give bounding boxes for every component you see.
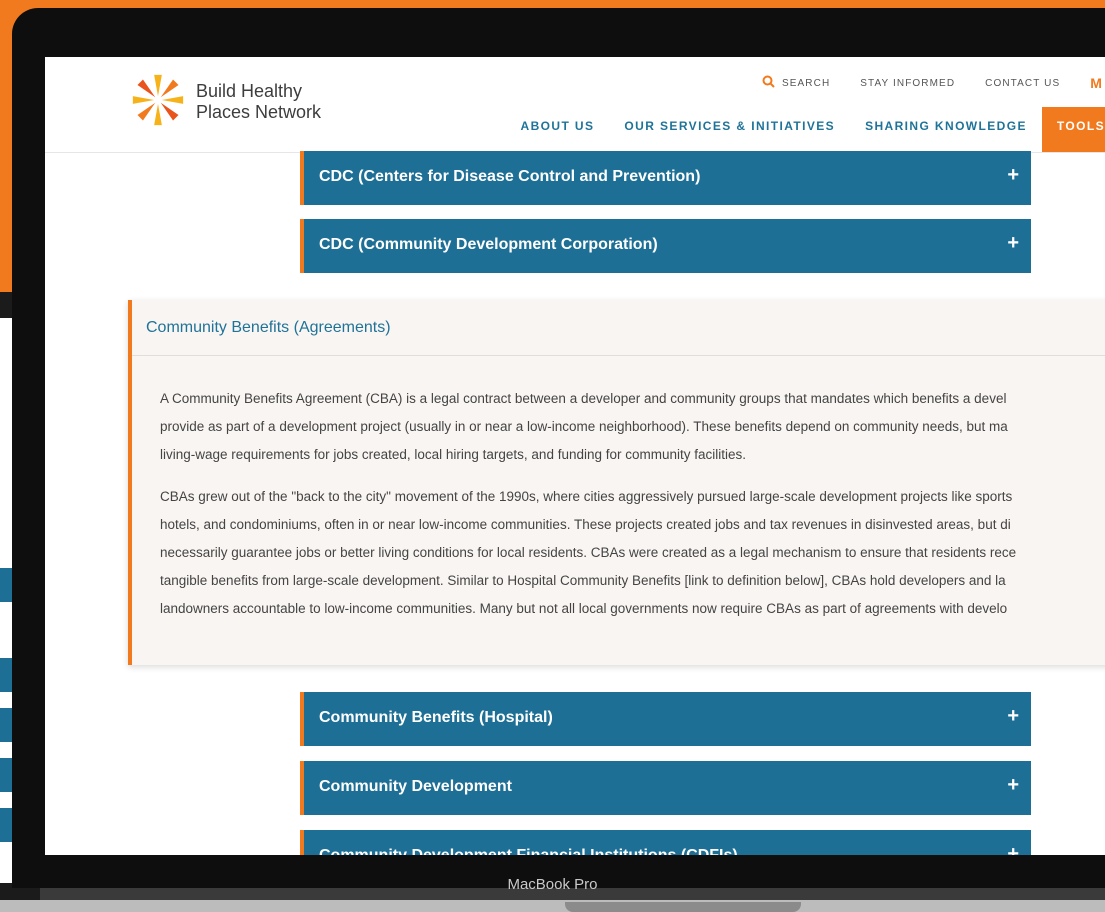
device-label: MacBook Pro — [507, 876, 598, 893]
sunburst-logo-icon[interactable] — [129, 71, 187, 129]
plus-icon: + — [1007, 164, 1019, 186]
accordion-label: CDC (Community Development Corporation) — [319, 236, 658, 253]
background-laptop-screen — [0, 318, 12, 883]
site-header: Build Healthy Places Network SEARCH STAY… — [45, 57, 1105, 153]
accordion-community-benefits-agreements: Community Benefits (Agreements) A Commun… — [128, 300, 1105, 665]
accordion-label: Community Development — [319, 778, 512, 795]
background-bar — [0, 808, 12, 842]
contact-us-link[interactable]: CONTACT US — [985, 78, 1060, 89]
browser-viewport: Build Healthy Places Network SEARCH STAY… — [45, 57, 1105, 855]
nav-our-services[interactable]: OUR SERVICES & INITIATIVES — [609, 107, 850, 152]
stay-informed-link[interactable]: STAY INFORMED — [860, 78, 955, 89]
background-bar — [0, 568, 12, 602]
laptop-hinge-notch — [565, 902, 801, 912]
nav-sharing-knowledge[interactable]: SHARING KNOWLEDGE — [850, 107, 1042, 152]
utility-nav: SEARCH STAY INFORMED CONTACT US M — [762, 75, 1105, 91]
brand-line-1: Build Healthy — [196, 81, 303, 101]
accordion-cdfis[interactable]: Community Development Financial Institut… — [300, 830, 1031, 855]
plus-icon: + — [1007, 705, 1019, 727]
text-line: tangible benefits from large-scale devel… — [160, 573, 1006, 588]
text-line: provide as part of a development project… — [160, 419, 1008, 434]
text-line: landowners accountable to low-income com… — [160, 601, 1008, 616]
accordion-cdc-centers[interactable]: CDC (Centers for Disease Control and Pre… — [300, 151, 1031, 205]
expanded-header[interactable]: Community Benefits (Agreements) — [132, 300, 1105, 356]
search-link[interactable]: SEARCH — [762, 75, 830, 91]
nav-about-us[interactable]: ABOUT US — [506, 107, 610, 152]
brand-line-2: Places Network — [196, 102, 322, 122]
background-bar — [0, 658, 12, 692]
definition-paragraph-1: A Community Benefits Agreement (CBA) is … — [160, 385, 1105, 469]
background-bar — [0, 758, 12, 792]
plus-icon: + — [1007, 843, 1019, 855]
accordion-community-development[interactable]: Community Development + — [300, 761, 1031, 815]
text-line: necessarily guarantee jobs or better liv… — [160, 545, 1017, 560]
plus-icon: + — [1007, 774, 1019, 796]
main-nav: ABOUT US OUR SERVICES & INITIATIVES SHAR… — [506, 107, 1105, 152]
more-link[interactable]: M — [1090, 75, 1105, 91]
background-bar — [0, 708, 12, 742]
text-line: hotels, and condominiums, often in or ne… — [160, 517, 1011, 532]
text-line: CBAs grew out of the "back to the city" … — [160, 489, 1013, 504]
accordion-label: CDC (Centers for Disease Control and Pre… — [319, 168, 701, 185]
search-label: SEARCH — [782, 77, 831, 89]
search-icon — [762, 75, 775, 91]
nav-tools[interactable]: TOOLS — [1041, 107, 1105, 152]
text-line: living-wage requirements for jobs create… — [160, 447, 747, 462]
brand-name[interactable]: Build Healthy Places Network — [196, 81, 321, 123]
accordion-label: Community Benefits (Hospital) — [319, 709, 553, 726]
accordion-cdc-community-dev-corp[interactable]: CDC (Community Development Corporation) … — [300, 219, 1031, 273]
expanded-title: Community Benefits (Agreements) — [146, 319, 391, 336]
plus-icon: + — [1007, 232, 1019, 254]
expanded-body: A Community Benefits Agreement (CBA) is … — [160, 385, 1105, 637]
laptop-base — [0, 900, 1105, 912]
text-line: A Community Benefits Agreement (CBA) is … — [160, 391, 1007, 406]
accordion-community-benefits-hospital[interactable]: Community Benefits (Hospital) + — [300, 692, 1031, 746]
accordion-label: Community Development Financial Institut… — [319, 847, 738, 855]
definition-paragraph-2: CBAs grew out of the "back to the city" … — [160, 483, 1105, 623]
